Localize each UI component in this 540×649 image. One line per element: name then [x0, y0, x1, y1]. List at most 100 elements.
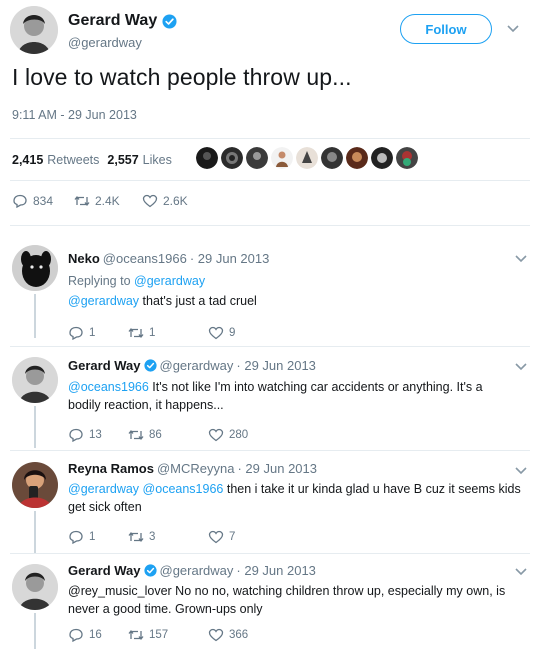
liker-avatar[interactable]	[396, 147, 418, 169]
avatar[interactable]	[12, 462, 58, 508]
divider	[10, 225, 530, 226]
verified-badge-icon	[143, 564, 157, 577]
like-count: 280	[229, 429, 249, 441]
likes-label[interactable]: Likes	[143, 153, 172, 167]
follow-button[interactable]: Follow	[400, 14, 492, 44]
mention-link[interactable]: @oceans1966	[68, 380, 149, 394]
chevron-down-icon[interactable]	[506, 24, 520, 34]
liker-avatar[interactable]	[346, 147, 368, 169]
reply-text-line: It's not like I'm into watching car acci…	[152, 380, 483, 394]
author-handle[interactable]: @gerardway	[68, 35, 142, 50]
chevron-down-icon[interactable]	[514, 466, 528, 476]
retweet-button[interactable]: 3	[128, 530, 208, 544]
retweet-button[interactable]: 157	[128, 628, 208, 642]
reply-date[interactable]: · 29 Jun 2013	[236, 563, 316, 578]
chevron-down-icon[interactable]	[514, 362, 528, 372]
heart-icon	[208, 628, 224, 642]
reply-button[interactable]: 16	[68, 628, 128, 642]
retweets-count[interactable]: 2,415	[12, 153, 43, 167]
like-button[interactable]: 2.6K	[142, 194, 188, 208]
liker-avatar[interactable]	[321, 147, 343, 169]
divider	[10, 346, 530, 347]
retweet-count: 86	[149, 429, 162, 441]
reply-count: 13	[89, 429, 102, 441]
retweets-label[interactable]: Retweets	[47, 153, 99, 167]
avatar[interactable]	[12, 564, 58, 610]
reply-icon	[68, 326, 84, 340]
reply-text-line: then i take it ur kinda glad u have B cu…	[226, 482, 521, 496]
verified-badge-icon	[162, 13, 177, 29]
verified-badge-icon	[143, 359, 157, 372]
avatar[interactable]	[12, 357, 58, 403]
liker-avatar[interactable]	[271, 147, 293, 169]
reply-author-name[interactable]: Gerard Way	[68, 358, 141, 373]
retweet-count: 2.4K	[95, 194, 120, 208]
reply-author-handle[interactable]: @gerardway	[160, 358, 234, 373]
liker-avatar[interactable]	[296, 147, 318, 169]
reply-count: 16	[89, 629, 102, 641]
likes-count[interactable]: 2,557	[107, 153, 138, 167]
mention-link[interactable]: @gerardway	[68, 482, 139, 496]
reply-author-handle[interactable]: @gerardway	[160, 563, 234, 578]
divider	[10, 450, 530, 451]
replying-to: Replying to @gerardway	[68, 272, 205, 290]
tweet-timestamp[interactable]: 9:11 AM - 29 Jun 2013	[12, 108, 137, 122]
like-button[interactable]: 9	[208, 326, 235, 340]
avatar[interactable]	[12, 245, 58, 291]
retweet-icon	[74, 194, 90, 208]
reply-button[interactable]: 1	[68, 530, 128, 544]
heart-icon	[208, 326, 224, 340]
reply-button[interactable]: 1	[68, 326, 128, 340]
reply-date[interactable]: · 29 Jun 2013	[236, 358, 316, 373]
divider	[10, 553, 530, 554]
like-count: 9	[229, 327, 236, 339]
replying-to-label: Replying to	[68, 274, 131, 288]
like-button[interactable]: 366	[208, 628, 248, 642]
like-button[interactable]: 280	[208, 428, 248, 442]
tweet-stats: 2,415 Retweets 2,557 Likes	[12, 147, 180, 173]
liker-avatar[interactable]	[246, 147, 268, 169]
retweet-icon	[128, 326, 144, 340]
reply-actions: 1 3 7	[68, 530, 235, 544]
heart-icon	[142, 194, 158, 208]
mention-link[interactable]: @oceans1966	[143, 482, 224, 496]
reply-author-handle[interactable]: @MCReyyna	[157, 461, 235, 476]
reply-author-name[interactable]: Gerard Way	[68, 563, 141, 578]
thread-line	[34, 511, 36, 553]
like-count: 7	[229, 531, 236, 543]
liker-avatar[interactable]	[196, 147, 218, 169]
chevron-down-icon[interactable]	[514, 254, 528, 264]
reply-actions: 1 1 9	[68, 326, 235, 340]
reply-text: @oceans1966 It's not like I'm into watch…	[68, 378, 518, 414]
author-name[interactable]: Gerard Way	[68, 12, 177, 30]
retweet-button[interactable]: 2.4K	[74, 194, 142, 208]
reply-count: 1	[89, 531, 96, 543]
author-name-text[interactable]: Gerard Way	[68, 12, 157, 30]
like-count: 2.6K	[163, 194, 188, 208]
reply-text: @rey_music_lover No no no, watching chil…	[68, 582, 524, 618]
reply-header: Reyna Ramos @MCReyyna · 29 Jun 2013	[68, 461, 317, 476]
like-button[interactable]: 7	[208, 530, 235, 544]
retweet-button[interactable]: 86	[128, 428, 208, 442]
reply-author-name[interactable]: Neko	[68, 251, 100, 266]
reply-date[interactable]: · 29 Jun 2013	[190, 251, 270, 266]
thread-line	[34, 613, 36, 649]
reply-actions: 13 86 280	[68, 428, 248, 442]
heart-icon	[208, 530, 224, 544]
avatar[interactable]	[10, 6, 58, 54]
liker-avatar[interactable]	[371, 147, 393, 169]
liker-avatars	[196, 147, 418, 169]
tweet-actions: 834 2.4K 2.6K	[12, 194, 188, 208]
like-count: 366	[229, 629, 249, 641]
chevron-down-icon[interactable]	[514, 567, 528, 577]
reply-button[interactable]: 13	[68, 428, 128, 442]
reply-header: Neko @oceans1966 · 29 Jun 2013	[68, 251, 269, 266]
reply-author-handle[interactable]: @oceans1966	[103, 251, 187, 266]
retweet-button[interactable]: 1	[128, 326, 208, 340]
mention-link[interactable]: @gerardway	[68, 294, 139, 308]
reply-date[interactable]: · 29 Jun 2013	[237, 461, 317, 476]
replying-to-link[interactable]: @gerardway	[134, 274, 205, 288]
reply-button[interactable]: 834	[12, 194, 74, 208]
reply-author-name[interactable]: Reyna Ramos	[68, 461, 154, 476]
liker-avatar[interactable]	[221, 147, 243, 169]
